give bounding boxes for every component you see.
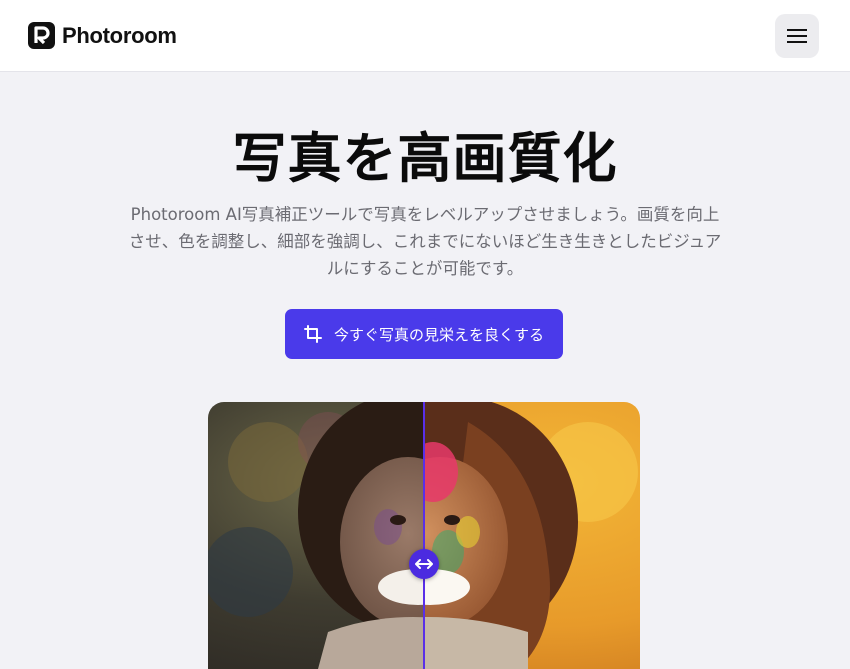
site-header: Photoroom bbox=[0, 0, 850, 72]
menu-button[interactable] bbox=[775, 14, 819, 58]
hero-description-line: ルにすることが可能です。 bbox=[326, 259, 524, 278]
photoroom-logo-icon bbox=[28, 22, 55, 49]
brand-logo[interactable]: Photoroom bbox=[28, 22, 177, 49]
enhance-photo-button-label: 今すぐ写真の見栄えを良くする bbox=[333, 325, 544, 344]
hero-description-line: Photoroom AI写真補正ツールで写真をレベルアップさせましょう。画質を向… bbox=[130, 205, 720, 224]
left-right-arrows-icon bbox=[415, 559, 433, 569]
comparison-slider-handle[interactable] bbox=[409, 549, 439, 579]
crop-icon bbox=[303, 325, 322, 343]
hero-description: Photoroom AI写真補正ツールで写真をレベルアップさせましょう。画質を向… bbox=[95, 201, 755, 282]
hamburger-menu-icon bbox=[787, 29, 807, 43]
hero-description-line: させ、色を調整し、細部を強調し、これまでにないほど生き生きとしたビジュア bbox=[128, 232, 722, 251]
enhance-photo-button[interactable]: 今すぐ写真の見栄えを良くする bbox=[285, 309, 563, 359]
comparison-divider bbox=[423, 402, 425, 669]
brand-name: Photoroom bbox=[62, 22, 177, 48]
page-title: 写真を高画質化 bbox=[232, 127, 618, 190]
